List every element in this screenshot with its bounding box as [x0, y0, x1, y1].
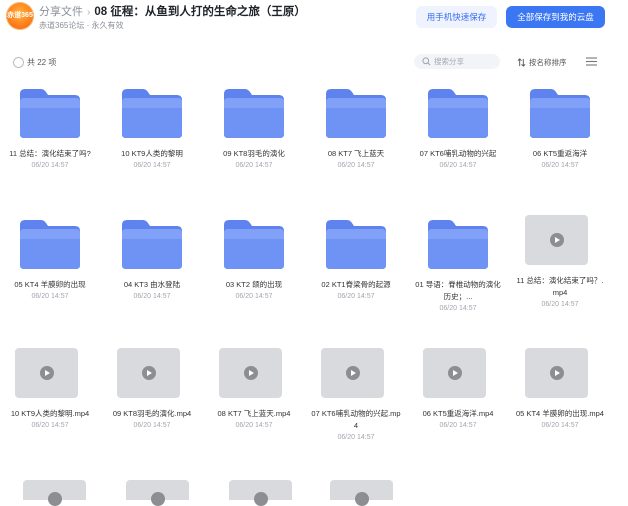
- file-date: 06/20 14:57: [133, 293, 171, 300]
- play-icon: [345, 366, 360, 380]
- file-date: 06/20 14:57: [31, 422, 69, 429]
- file-name: 06 KT5重返海洋: [532, 149, 588, 158]
- file-date: 06/20 14:57: [439, 305, 477, 312]
- play-icon: [141, 366, 156, 380]
- file-name: 10 KT9人类的黎明: [121, 149, 183, 158]
- file-date: 06/20 14:57: [31, 293, 69, 300]
- file-date: 06/20 14:57: [541, 162, 579, 169]
- play-icon: [549, 233, 564, 247]
- play-icon: [150, 492, 165, 506]
- video-thumbnail: [525, 348, 588, 398]
- file-date: 06/20 14:57: [337, 434, 375, 441]
- breadcrumb: 分享文件 › 08 征程：从鱼到人打的生命之旅（王原）: [39, 3, 306, 19]
- play-icon: [47, 492, 62, 506]
- video-thumbnail: [117, 348, 180, 398]
- save-all-to-cloud-button[interactable]: 全部保存到我的云盘: [506, 6, 605, 28]
- file-name: 11 总结：演化结束了吗？.mp4: [516, 276, 604, 297]
- file-date: 06/20 14:57: [337, 162, 375, 169]
- file-name: 01 导语：脊椎动物的演化历史；...: [415, 280, 501, 301]
- video-thumbnail-partial[interactable]: [126, 480, 189, 506]
- folder-icon: [326, 220, 386, 269]
- file-name: 05 KT4 羊膜卵的出现.mp4: [516, 409, 604, 418]
- view-menu-icon[interactable]: [586, 57, 597, 66]
- folder-icon: [20, 220, 80, 269]
- file-name: 09 KT8羽毛的演化: [223, 149, 285, 158]
- file-date: 06/20 14:57: [541, 301, 579, 308]
- play-icon: [549, 366, 564, 380]
- play-icon: [354, 492, 369, 506]
- file-date: 06/20 14:57: [133, 162, 171, 169]
- select-all-checkbox[interactable]: [13, 57, 24, 68]
- file-name: 05 KT4 羊膜卵的出现: [14, 280, 86, 289]
- file-name: 03 KT2 颌的出现: [225, 280, 283, 289]
- video-thumbnail: [15, 348, 78, 398]
- folder-icon: [428, 220, 488, 269]
- folder-icon: [20, 89, 80, 138]
- folder-icon: [224, 220, 284, 269]
- file-name: 10 KT9人类的黎明.mp4: [10, 409, 90, 418]
- sort-icon: [517, 58, 526, 67]
- folder-icon: [428, 89, 488, 138]
- file-name: 08 KT7 飞上蓝天.mp4: [217, 409, 291, 418]
- video-thumbnail: [525, 215, 588, 265]
- file-date: 06/20 14:57: [439, 422, 477, 429]
- sort-by-name-button[interactable]: 按名称排序: [517, 57, 567, 68]
- folder-icon: [122, 89, 182, 138]
- folder-icon: [530, 89, 590, 138]
- share-meta: 赤道365论坛 · 永久有效: [39, 21, 124, 30]
- file-name: 02 KT1脊梁骨的起源: [321, 280, 391, 289]
- page-header: 赤道365 分享文件 › 08 征程：从鱼到人打的生命之旅（王原） 赤道365论坛 …: [0, 0, 628, 40]
- file-date: 06/20 14:57: [31, 162, 69, 169]
- search-input[interactable]: 搜索分享: [414, 54, 500, 69]
- folder-icon: [122, 220, 182, 269]
- video-thumbnail: [321, 348, 384, 398]
- play-icon: [253, 492, 268, 506]
- video-thumbnail-partial[interactable]: [229, 480, 292, 506]
- search-icon: [422, 57, 431, 66]
- file-name: 09 KT8羽毛的演化.mp4: [112, 409, 192, 418]
- logo-text: 赤道365: [7, 12, 33, 19]
- video-thumbnail: [423, 348, 486, 398]
- file-name: 07 KT6哺乳动物的兴起.mp4: [311, 409, 401, 430]
- file-toolbar: 共 22 项 搜索分享 按名称排序: [0, 52, 628, 72]
- search-placeholder: 搜索分享: [434, 57, 464, 66]
- folder-icon: [224, 89, 284, 138]
- file-date: 06/20 14:57: [337, 293, 375, 300]
- item-count: 共 22 项: [27, 58, 57, 67]
- file-date: 06/20 14:57: [439, 162, 477, 169]
- video-thumbnail-partial[interactable]: [23, 480, 86, 506]
- file-date: 06/20 14:57: [235, 422, 273, 429]
- sort-label: 按名称排序: [529, 58, 567, 67]
- file-name: 08 KT7 飞上蓝天: [327, 149, 385, 158]
- file-name: 04 KT3 由水登陆: [123, 280, 181, 289]
- file-date: 06/20 14:57: [133, 422, 171, 429]
- play-icon: [243, 366, 258, 380]
- chevron-right-icon: ›: [87, 7, 91, 18]
- folder-icon: [326, 89, 386, 138]
- play-icon: [447, 366, 462, 380]
- page-title: 08 征程：从鱼到人打的生命之旅（王原）: [94, 6, 306, 18]
- video-thumbnail-partial[interactable]: [330, 480, 393, 506]
- site-logo: 赤道365: [6, 2, 34, 30]
- file-date: 06/20 14:57: [235, 293, 273, 300]
- breadcrumb-shared-files-link[interactable]: 分享文件: [39, 6, 83, 18]
- file-name: 11 总结：演化结束了吗?: [9, 149, 91, 158]
- file-name: 06 KT5重返海洋.mp4: [422, 409, 494, 418]
- file-date: 06/20 14:57: [541, 422, 579, 429]
- play-icon: [39, 366, 54, 380]
- file-name: 07 KT6哺乳动物的兴起: [419, 149, 497, 158]
- file-date: 06/20 14:57: [235, 162, 273, 169]
- save-via-phone-button[interactable]: 用手机快速保存: [416, 6, 497, 28]
- video-thumbnail: [219, 348, 282, 398]
